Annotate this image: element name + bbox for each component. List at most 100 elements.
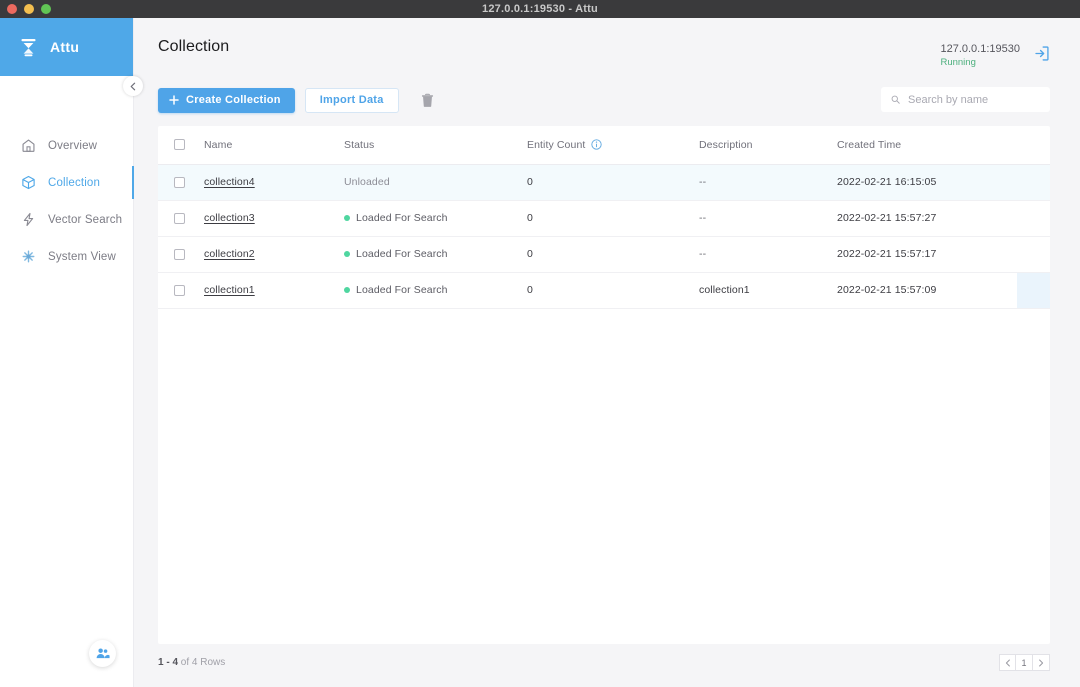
table-row[interactable]: collection2 Loaded For Search 0 -- 2022-…: [158, 236, 1050, 272]
row-select-cell: [158, 236, 204, 272]
cell-description: --: [699, 200, 837, 236]
column-header-description[interactable]: Description: [699, 126, 837, 164]
pagination-next-button[interactable]: [1033, 654, 1050, 671]
status-badge: Loaded For Search: [344, 212, 448, 224]
row-checkbox[interactable]: [174, 177, 185, 188]
cell-description: --: [699, 164, 837, 200]
table-row[interactable]: collection1 Loaded For Search 0 collecti…: [158, 272, 1050, 308]
minimize-window-button[interactable]: [24, 4, 34, 14]
collection-name-link[interactable]: collection3: [204, 212, 255, 224]
column-header-name[interactable]: Name: [204, 126, 344, 164]
status-badge: Loaded For Search: [344, 248, 448, 260]
users-people-icon: [95, 647, 110, 660]
plus-icon: [169, 95, 179, 105]
maximize-window-button[interactable]: [41, 4, 51, 14]
row-select-cell: [158, 164, 204, 200]
status-label: Loaded For Search: [356, 212, 448, 224]
cell-status: Loaded For Search: [344, 236, 527, 272]
cell-actions[interactable]: [1017, 164, 1050, 200]
column-header-entity-count-label: Entity Count: [527, 139, 585, 151]
cell-status: Loaded For Search: [344, 200, 527, 236]
cell-name: collection4: [204, 164, 344, 200]
collection-name-link[interactable]: collection1: [204, 284, 255, 296]
sidebar-item-vector-search[interactable]: Vector Search: [0, 201, 133, 238]
column-header-actions: [1017, 126, 1050, 164]
connection-text: 127.0.0.1:19530 Running: [940, 42, 1020, 69]
cell-description: collection1: [699, 272, 837, 308]
status-dot-icon: [344, 287, 350, 293]
table-row[interactable]: collection3 Loaded For Search 0 -- 2022-…: [158, 200, 1050, 236]
cell-entity-count: 0: [527, 200, 699, 236]
cell-created-time: 2022-02-21 15:57:17: [837, 236, 1017, 272]
pagination-prev-button[interactable]: [999, 654, 1016, 671]
row-checkbox[interactable]: [174, 249, 185, 260]
status-badge: Loaded For Search: [344, 284, 448, 296]
info-circle-icon[interactable]: [591, 139, 602, 150]
cube-box-icon: [20, 174, 37, 191]
import-data-button[interactable]: Import Data: [305, 88, 399, 113]
status-label: Loaded For Search: [356, 248, 448, 260]
connection-status-box: 127.0.0.1:19530 Running: [940, 38, 1050, 69]
lightning-bolt-icon: [20, 211, 37, 228]
app-body: Attu Overview: [0, 18, 1080, 687]
column-header-entity-count[interactable]: Entity Count: [527, 126, 699, 164]
column-header-status[interactable]: Status: [344, 126, 527, 164]
page-title: Collection: [158, 38, 229, 56]
column-header-created-time[interactable]: Created Time: [837, 126, 1017, 164]
delete-button[interactable]: [415, 87, 441, 113]
chevron-left-icon: [129, 82, 137, 91]
chevron-left-icon: [1005, 659, 1011, 667]
cell-actions[interactable]: [1017, 272, 1050, 308]
collection-table-card: Name Status Entity Count: [158, 126, 1050, 644]
collection-name-link[interactable]: collection2: [204, 248, 255, 260]
search-wrapper: [881, 87, 1050, 112]
cell-actions[interactable]: [1017, 200, 1050, 236]
sidebar: Attu Overview: [0, 18, 134, 687]
cell-actions[interactable]: [1017, 236, 1050, 272]
app-window: 127.0.0.1:19530 - Attu Attu: [0, 0, 1080, 687]
toolbar: Create Collection Import Data: [158, 87, 1050, 113]
users-fab-button[interactable]: [89, 640, 116, 667]
cell-entity-count: 0: [527, 236, 699, 272]
create-collection-button[interactable]: Create Collection: [158, 88, 295, 113]
cell-entity-count: 0: [527, 272, 699, 308]
close-window-button[interactable]: [7, 4, 17, 14]
table-header-row: Name Status Entity Count: [158, 126, 1050, 164]
sidebar-item-collection[interactable]: Collection: [0, 164, 133, 201]
collection-name-link[interactable]: collection4: [204, 176, 255, 188]
sidebar-item-label: System View: [48, 251, 116, 263]
cell-created-time: 2022-02-21 16:15:05: [837, 164, 1017, 200]
sidebar-item-label: Vector Search: [48, 214, 122, 226]
sidebar-item-label: Collection: [48, 177, 100, 189]
attu-hourglass-logo-icon: [20, 38, 37, 57]
main-content: Collection 127.0.0.1:19530 Running: [134, 18, 1080, 687]
home-icon: [20, 137, 37, 154]
create-collection-label: Create Collection: [186, 94, 281, 106]
status-badge: Unloaded: [344, 176, 390, 188]
table-header: Name Status Entity Count: [158, 126, 1050, 164]
cell-name: collection3: [204, 200, 344, 236]
select-all-checkbox[interactable]: [174, 139, 185, 150]
sidebar-collapse-button[interactable]: [123, 76, 143, 96]
status-dot-icon: [344, 251, 350, 257]
rows-total: of 4 Rows: [181, 657, 225, 668]
pagination-current-page[interactable]: 1: [1016, 654, 1033, 671]
window-title: 127.0.0.1:19530 - Attu: [482, 3, 598, 15]
search-box[interactable]: [881, 87, 1050, 112]
snowflake-nodes-icon: [20, 248, 37, 265]
row-checkbox[interactable]: [174, 213, 185, 224]
table-row[interactable]: collection4 Unloaded 0 -- 2022-02-21 16:…: [158, 164, 1050, 200]
sidebar-item-overview[interactable]: Overview: [0, 127, 133, 164]
cell-name: collection1: [204, 272, 344, 308]
row-checkbox[interactable]: [174, 285, 185, 296]
sidebar-item-system-view[interactable]: System View: [0, 238, 133, 275]
cell-created-time: 2022-02-21 15:57:09: [837, 272, 1017, 308]
search-input[interactable]: [908, 94, 1040, 106]
cell-created-time: 2022-02-21 15:57:27: [837, 200, 1017, 236]
brand-header[interactable]: Attu: [0, 18, 133, 76]
rows-info: 1 - 4 of 4 Rows: [158, 657, 225, 668]
select-all-header: [158, 126, 204, 164]
logout-button[interactable]: [1033, 45, 1050, 67]
status-label: Loaded For Search: [356, 284, 448, 296]
table-body: collection4 Unloaded 0 -- 2022-02-21 16:…: [158, 164, 1050, 308]
